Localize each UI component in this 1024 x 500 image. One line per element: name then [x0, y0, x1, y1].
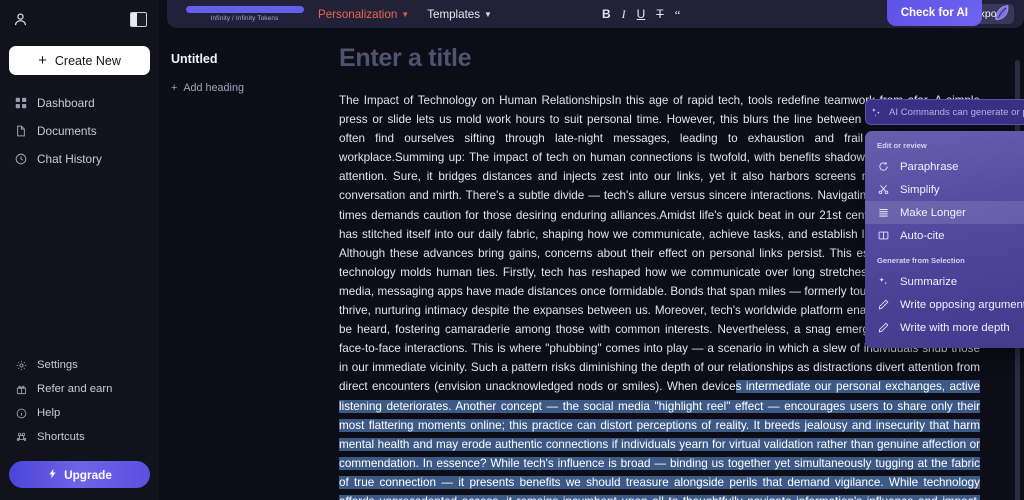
personalization-label: Personalization — [318, 7, 398, 21]
sidebar-item-label: Dashboard — [37, 96, 95, 110]
app-window: + Create New Dashboard Documents Chat Hi… — [0, 0, 1024, 500]
ai-menu-item-label: Paraphrase — [900, 160, 959, 173]
ai-menu-item-label: Simplify — [900, 183, 940, 196]
sidebar-item-label: Refer and earn — [37, 383, 113, 395]
ai-menu-item-label: Summarize — [900, 275, 958, 288]
ai-menu-item-label: Write with more depth — [900, 321, 1010, 334]
ai-menu-item-label: Write opposing argument — [900, 298, 1024, 311]
format-controls: B I U T “ — [602, 8, 680, 21]
templates-menu[interactable]: Templates ▼ — [427, 8, 492, 21]
add-heading-button[interactable]: + Add heading — [171, 82, 321, 94]
sidebar-item-chat-history[interactable]: Chat History — [0, 145, 159, 173]
ai-section-edit-label: Edit or review — [877, 141, 927, 150]
title-placeholder[interactable]: Enter a title — [339, 44, 1014, 73]
ai-command-input-bar[interactable]: AI Commands can generate or paraphrase t… — [865, 99, 1024, 125]
sidebar-item-settings[interactable]: Settings — [0, 353, 159, 377]
book-icon — [877, 229, 890, 242]
create-new-button[interactable]: + Create New — [9, 46, 150, 75]
templates-label: Templates — [427, 7, 481, 21]
sidebar-nav: Dashboard Documents Chat History — [0, 89, 159, 173]
plus-icon: + — [171, 82, 178, 94]
ai-menu-item-write-opposing-argument[interactable]: Write opposing argument — [865, 293, 1024, 316]
ai-command-placeholder: AI Commands can generate or paraphrase t… — [889, 106, 1024, 118]
sidebar-item-label: Chat History — [37, 152, 102, 166]
document-title: Untitled — [171, 52, 218, 66]
gear-icon — [14, 358, 28, 372]
main-area: Infinity / Infinity Tokens Personalizati… — [159, 0, 1024, 500]
upgrade-button[interactable]: Upgrade — [9, 461, 150, 488]
upgrade-label: Upgrade — [64, 467, 112, 482]
sidebar-toggle-icon[interactable] — [130, 11, 147, 27]
sidebar-item-label: Shortcuts — [37, 431, 85, 443]
sidebar-item-refer-and-earn[interactable]: Refer and earn — [0, 377, 159, 401]
token-label: Infinity / Infinity Tokens — [210, 15, 279, 22]
chevron-down-icon: ▼ — [484, 9, 492, 19]
sidebar-item-label: Help — [37, 407, 61, 419]
ai-menu-item-write-with-more-depth[interactable]: Write with more depth — [865, 316, 1024, 339]
ai-menu-item-make-longer[interactable]: Make Longer — [865, 201, 1024, 224]
sidebar-item-dashboard[interactable]: Dashboard — [0, 89, 159, 117]
ai-menu-item-auto-cite[interactable]: Auto-cite — [865, 224, 1024, 247]
sparkle-icon — [877, 275, 890, 288]
gift-icon — [14, 382, 28, 396]
plus-icon: + — [38, 52, 47, 69]
chevron-down-icon: ▼ — [401, 9, 410, 19]
ai-menu-item-summarize[interactable]: Summarize — [865, 270, 1024, 293]
sidebar-item-shortcuts[interactable]: Shortcuts — [0, 425, 159, 449]
check-for-ai-button[interactable]: Check for AI — [886, 0, 982, 26]
ai-menu-item-simplify[interactable]: Simplify — [865, 178, 1024, 201]
ai-menu-item-paraphrase[interactable]: Paraphrase — [865, 155, 1024, 178]
ai-section-generate-label: Generate from Selection — [877, 256, 965, 265]
create-new-label: Create New — [54, 53, 121, 68]
quote-button[interactable]: “ — [675, 8, 681, 21]
document-icon — [14, 124, 28, 138]
sidebar-header — [0, 0, 159, 30]
bold-button[interactable]: B — [602, 8, 611, 20]
token-progress-bar — [185, 6, 304, 13]
sidebar-footer: Settings Refer and earn Help Shortcuts U… — [0, 353, 159, 500]
info-icon — [14, 406, 28, 420]
grid-icon — [14, 96, 28, 110]
command-icon — [14, 430, 28, 444]
document-outline: Untitled + Add heading — [171, 52, 321, 94]
sidebar-item-label: Documents — [37, 124, 97, 138]
ai-sparkle-icon — [871, 107, 882, 118]
underline-button[interactable]: U — [637, 8, 646, 20]
clock-icon — [14, 152, 28, 166]
sidebar-item-documents[interactable]: Documents — [0, 117, 159, 145]
body-text-selected: s intermediate our personal exchanges, a… — [339, 380, 980, 500]
ai-menu-item-label: Auto-cite — [900, 229, 945, 242]
lightning-icon — [47, 468, 58, 482]
pencil-icon — [877, 298, 890, 311]
pencil-icon — [877, 321, 890, 334]
italic-button[interactable]: I — [622, 8, 626, 20]
feather-logo-icon[interactable] — [992, 3, 1012, 28]
ai-commands-menu: Edit or review Paraphrase Simplify Make … — [865, 131, 1024, 348]
strikethrough-button[interactable]: T — [656, 8, 663, 20]
user-avatar-icon[interactable] — [12, 11, 29, 28]
sidebar-item-help[interactable]: Help — [0, 401, 159, 425]
ai-menu-item-label: Make Longer — [900, 206, 966, 219]
personalization-menu[interactable]: Personalization ▼ — [318, 8, 409, 21]
token-meter: Infinity / Infinity Tokens — [173, 6, 308, 22]
sidebar: + Create New Dashboard Documents Chat Hi… — [0, 0, 159, 500]
lines-icon — [877, 206, 890, 219]
scissors-icon — [877, 183, 890, 196]
refresh-circle-icon — [877, 160, 890, 173]
add-heading-label: Add heading — [183, 82, 244, 94]
sidebar-item-label: Settings — [37, 359, 78, 371]
